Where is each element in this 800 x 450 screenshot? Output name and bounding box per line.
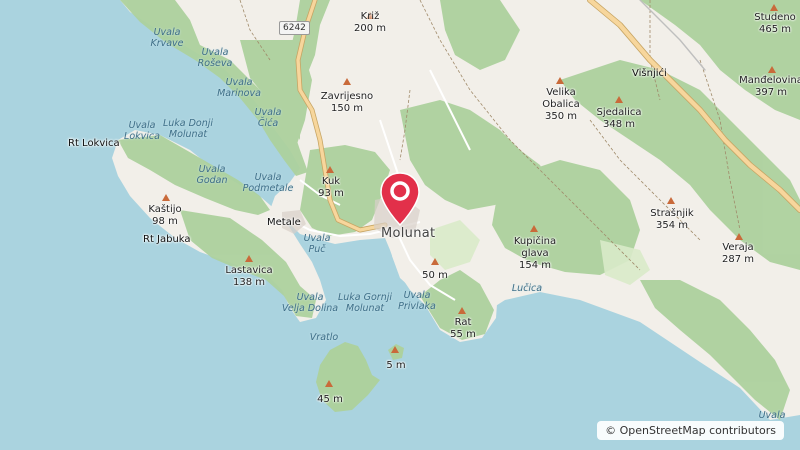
peak-label-lastavica[interactable]: Lastavica 138 m: [222, 265, 276, 289]
water-label-uvala-cica[interactable]: Uvala Čića: [250, 107, 286, 129]
peak-label-zavrijesno[interactable]: Zavrijesno 150 m: [318, 91, 376, 115]
peak-marker-velika-obalica: [556, 77, 564, 84]
water-label-vratlo[interactable]: Vratlo: [306, 332, 342, 343]
map-attribution[interactable]: © OpenStreetMap contributors: [597, 421, 784, 440]
peak-marker-50m: [431, 258, 439, 265]
water-label-uvala-puc[interactable]: Uvala Puč: [298, 233, 336, 255]
peak-label-studeno[interactable]: Studeno 465 m: [746, 12, 800, 36]
peak-label-mandelovina[interactable]: Manđelovina 397 m: [738, 75, 800, 99]
peak-label-rat[interactable]: Rat 55 m: [444, 317, 482, 341]
peak-label-velika-obalica[interactable]: Velika Obalica 350 m: [535, 87, 587, 123]
peak-label-islet-5m[interactable]: 5 m: [380, 360, 412, 372]
place-label-metale[interactable]: Metale: [267, 217, 301, 228]
peak-marker-islet-5m: [391, 346, 399, 353]
peak-label-kriz[interactable]: Križ 200 m: [345, 11, 395, 35]
peak-marker-kupicina-glava: [530, 225, 538, 232]
peak-label-sjedalica[interactable]: Sjedalica 348 m: [589, 107, 649, 131]
map-view[interactable]: 6242 Molunat Metale Višnjići Rt Lokvica …: [0, 0, 800, 450]
peak-marker-island-45m: [325, 380, 333, 387]
peak-label-50m[interactable]: 50 m: [416, 270, 454, 282]
location-pin-icon[interactable]: [379, 171, 421, 227]
peak-marker-strasnjik: [667, 197, 675, 204]
water-label-uvala-krvave[interactable]: Uvala Krvave: [146, 27, 188, 49]
water-label-luka-donji-molunat[interactable]: Luka Donji Molunat: [158, 118, 218, 140]
peak-marker-studeno: [770, 4, 778, 11]
peak-marker-mandelovina: [768, 66, 776, 73]
road-ref-shield: 6242: [279, 21, 310, 35]
water-label-uvala-marinova[interactable]: Uvala Marinova: [214, 77, 264, 99]
peak-label-kuk[interactable]: Kuk 93 m: [312, 176, 350, 200]
water-label-luka-gornji-molunat[interactable]: Luka Gornji Molunat: [332, 292, 398, 314]
place-label-rt-jabuka[interactable]: Rt Jabuka: [143, 234, 191, 245]
town-label-molunat[interactable]: Molunat: [381, 226, 435, 241]
water-label-uvala-podmetale[interactable]: Uvala Podmetale: [238, 172, 298, 194]
peak-label-kastijo[interactable]: Kaštijo 98 m: [142, 204, 188, 228]
water-label-uvala-privlaka[interactable]: Uvala Privlaka: [392, 290, 442, 312]
water-label-uvala-corner[interactable]: Uvala: [752, 410, 792, 421]
peak-label-kupicina-glava[interactable]: Kupičina glava 154 m: [500, 236, 570, 272]
water-label-lucica[interactable]: Lučica: [507, 283, 547, 294]
peak-marker-sjedalica: [615, 96, 623, 103]
peak-label-strasnjik[interactable]: Strašnjik 354 m: [646, 208, 698, 232]
peak-marker-lastavica: [245, 255, 253, 262]
peak-label-veraja[interactable]: Veraja 287 m: [714, 242, 762, 266]
peak-label-island-45m[interactable]: 45 m: [312, 394, 348, 406]
peak-marker-kastijo: [162, 194, 170, 201]
water-label-uvala-roseva[interactable]: Uvala Roševa: [194, 47, 236, 69]
peak-marker-veraja: [735, 233, 743, 240]
place-label-visnjici[interactable]: Višnjići: [632, 68, 667, 79]
place-label-rt-lokvica[interactable]: Rt Lokvica: [68, 138, 120, 149]
peak-marker-kuk: [326, 166, 334, 173]
peak-marker-rat: [458, 307, 466, 314]
peak-marker-zavrijesno: [343, 78, 351, 85]
water-label-uvala-godan[interactable]: Uvala Godan: [190, 164, 234, 186]
